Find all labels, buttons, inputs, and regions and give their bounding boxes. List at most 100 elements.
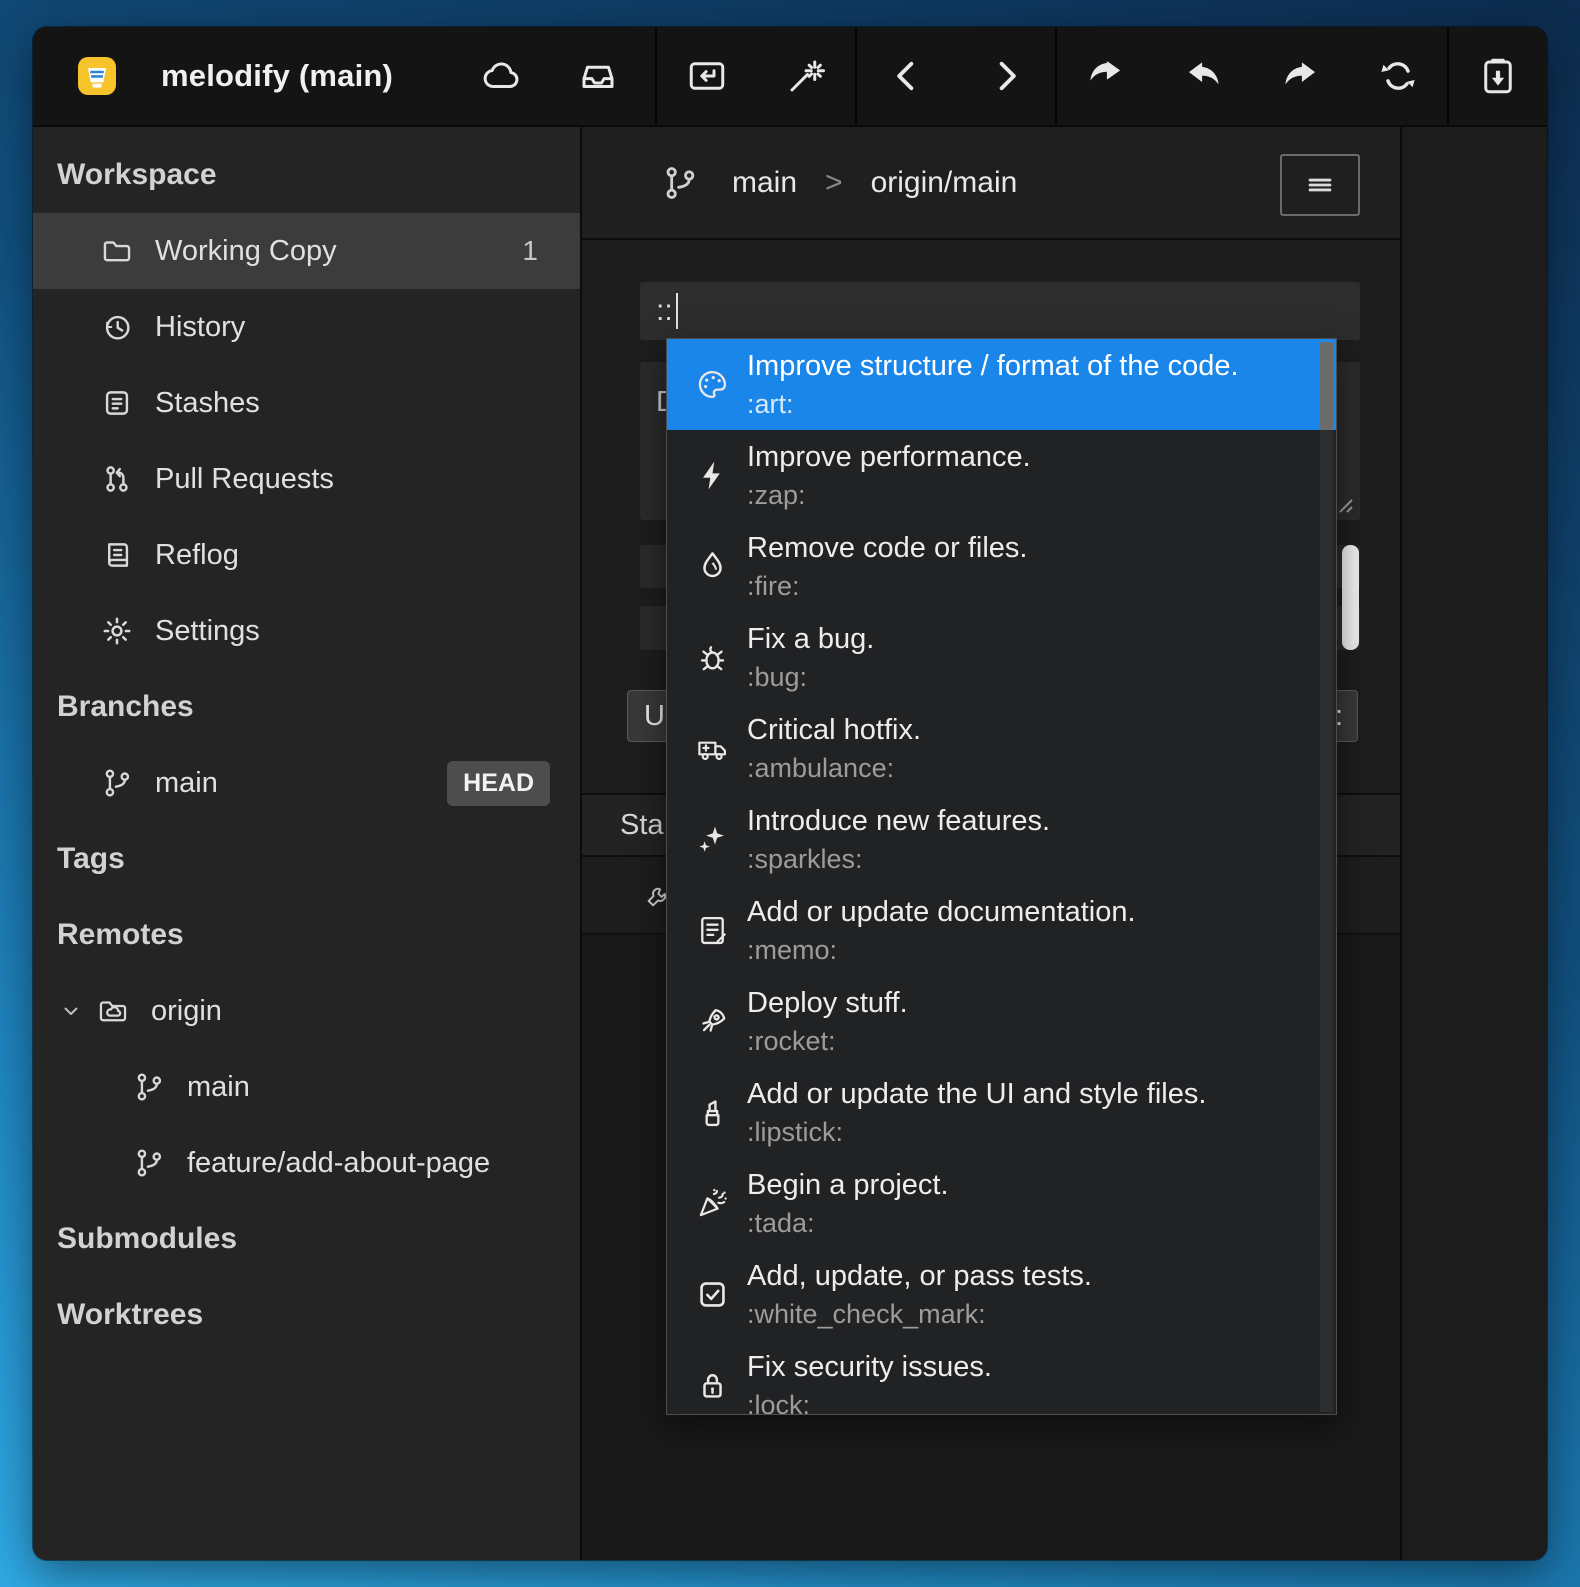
undo-button[interactable] (1168, 41, 1238, 111)
cloud-button[interactable] (467, 41, 537, 111)
gitmoji-option-text: Critical hotfix.:ambulance: (747, 711, 921, 787)
gitmoji-code: :ambulance: (747, 750, 921, 787)
gitmoji-option-memo[interactable]: Add or update documentation.:memo: (667, 885, 1336, 976)
rocket-emoji-icon (693, 1003, 731, 1041)
gitmoji-option-text: Add or update the UI and style files.:li… (747, 1075, 1206, 1151)
gitmoji-autocomplete-dropdown: Improve structure / format of the code.:… (666, 338, 1337, 1415)
gitmoji-description: Add or update the UI and style files. (747, 1075, 1206, 1114)
gitmoji-option-lock[interactable]: Fix security issues.:lock: (667, 1340, 1336, 1415)
bug-emoji-icon (693, 639, 731, 677)
text-caret (676, 293, 678, 329)
share-button[interactable] (1071, 41, 1141, 111)
remote-icon (93, 991, 133, 1031)
breadcrumb-branch[interactable]: main (732, 166, 797, 200)
sparkles-emoji-icon (693, 821, 731, 859)
gitmoji-option-rocket[interactable]: Deploy stuff.:rocket: (667, 976, 1336, 1067)
window-title: melodify (main) (161, 58, 393, 94)
pull-request-icon (97, 459, 137, 499)
sidebar-item-history[interactable]: History (33, 289, 580, 365)
tada-emoji-icon (693, 1185, 731, 1223)
gitmoji-description: Critical hotfix. (747, 711, 921, 750)
share-icon (1085, 55, 1127, 97)
stash-icon (97, 383, 137, 423)
gitmoji-option-text: Improve structure / format of the code.:… (747, 347, 1239, 423)
gitmoji-option-sparkles[interactable]: Introduce new features.:sparkles: (667, 794, 1336, 885)
sidebar-item-working-copy[interactable]: Working Copy1 (33, 213, 580, 289)
pane-divider[interactable] (1400, 127, 1402, 1560)
sidebar-item-pull-requests[interactable]: Pull Requests (33, 441, 580, 517)
gitmoji-code: :fire: (747, 568, 1027, 605)
dropdown-scrollbar-thumb[interactable] (1320, 342, 1333, 430)
right-pane (1402, 127, 1547, 1560)
commit-summary-value: :: (656, 294, 673, 328)
gitmoji-description: Fix a bug. (747, 620, 874, 659)
gitmoji-option-text: Remove code or files.:fire: (747, 529, 1027, 605)
sidebar-item-main[interactable]: mainHEAD (33, 745, 580, 821)
tray-button[interactable] (563, 41, 633, 111)
return-box-button[interactable] (672, 41, 742, 111)
branch-bar: main > origin/main (582, 127, 1400, 240)
gitmoji-code: :bug: (747, 659, 874, 696)
count-badge: 1 (522, 235, 538, 267)
return-box-icon (686, 55, 728, 97)
sidebar-item-label: origin (151, 995, 222, 1028)
gitmoji-option-tada[interactable]: Begin a project.:tada: (667, 1158, 1336, 1249)
gitmoji-option-list: Improve structure / format of the code.:… (667, 339, 1336, 1415)
gitmoji-description: Improve performance. (747, 438, 1031, 477)
wand-icon (785, 55, 827, 97)
chevron-down-icon[interactable] (57, 997, 85, 1025)
branch-icon (129, 1143, 169, 1183)
gitmoji-option-ambulance[interactable]: Critical hotfix.:ambulance: (667, 703, 1336, 794)
reflog-icon (97, 535, 137, 575)
dropdown-scrollbar[interactable] (1320, 341, 1333, 1412)
sync-icon (1377, 55, 1419, 97)
main-pane: main > origin/main :: D U : (582, 127, 1547, 1560)
lipstick-emoji-icon (693, 1094, 731, 1132)
gitmoji-description: Add, update, or pass tests. (747, 1257, 1092, 1296)
gitmoji-option-art[interactable]: Improve structure / format of the code.:… (667, 339, 1336, 430)
gitmoji-description: Introduce new features. (747, 802, 1050, 841)
sidebar-item-label: Stashes (155, 387, 260, 420)
sidebar: WorkspaceWorking Copy1HistoryStashesPull… (33, 127, 582, 1560)
gitmoji-option-zap[interactable]: Improve performance.:zap: (667, 430, 1336, 521)
undo-icon (1182, 55, 1224, 97)
gitmoji-option-white-check-mark[interactable]: Add, update, or pass tests.:white_check_… (667, 1249, 1336, 1340)
wand-button[interactable] (771, 41, 841, 111)
gitmoji-option-text: Deploy stuff.:rocket: (747, 984, 908, 1060)
gitmoji-option-lipstick[interactable]: Add or update the UI and style files.:li… (667, 1067, 1336, 1158)
sidebar-item-reflog[interactable]: Reflog (33, 517, 580, 593)
sync-button[interactable] (1363, 41, 1433, 111)
app-logo-glyph (73, 52, 121, 100)
breadcrumb-upstream[interactable]: origin/main (871, 166, 1018, 200)
gitmoji-option-text: Add or update documentation.:memo: (747, 893, 1136, 969)
clipboard-down-icon (1477, 55, 1519, 97)
gitmoji-option-text: Improve performance.:zap: (747, 438, 1031, 514)
redo-button[interactable] (1266, 41, 1336, 111)
white-scrollbar-fragment[interactable] (1342, 545, 1359, 650)
chevron-left-button[interactable] (872, 41, 942, 111)
sidebar-item-stashes[interactable]: Stashes (33, 365, 580, 441)
chevron-right-button[interactable] (971, 41, 1041, 111)
toolbar-group-sync (1055, 27, 1447, 125)
gitmoji-option-text: Add, update, or pass tests.:white_check_… (747, 1257, 1092, 1333)
sidebar-item-settings[interactable]: Settings (33, 593, 580, 669)
sidebar-item-feature-add-about-page[interactable]: feature/add-about-page (33, 1125, 580, 1201)
art-emoji-icon (693, 366, 731, 404)
gitmoji-option-fire[interactable]: Remove code or files.:fire: (667, 521, 1336, 612)
gitmoji-code: :white_check_mark: (747, 1296, 1092, 1333)
toolbar-group-nav (855, 27, 1055, 125)
redo-icon (1280, 55, 1322, 97)
branch-menu-button[interactable] (1280, 154, 1360, 216)
gitmoji-description: Remove code or files. (747, 529, 1027, 568)
breadcrumb-separator: > (825, 166, 843, 200)
gitmoji-option-bug[interactable]: Fix a bug.:bug: (667, 612, 1336, 703)
sidebar-item-label: Settings (155, 615, 260, 648)
sidebar-item-main[interactable]: main (33, 1049, 580, 1125)
gitmoji-code: :lipstick: (747, 1114, 1206, 1151)
sidebar-section-submodules: Submodules (33, 1201, 580, 1277)
sidebar-item-origin[interactable]: origin (33, 973, 580, 1049)
commit-summary-input[interactable]: :: (640, 282, 1360, 340)
gitmoji-description: Add or update documentation. (747, 893, 1136, 932)
clipboard-down-button[interactable] (1463, 41, 1533, 111)
unstage-button-label: U (644, 700, 665, 733)
